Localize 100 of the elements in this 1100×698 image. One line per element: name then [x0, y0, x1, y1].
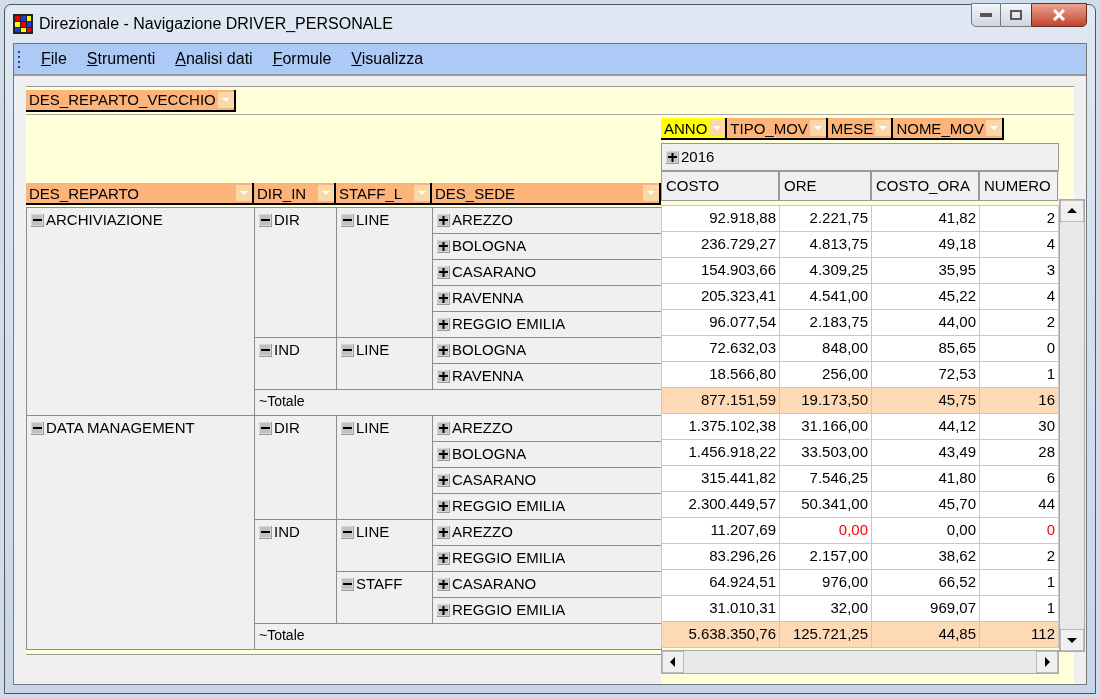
scroll-right-icon[interactable]	[1036, 651, 1058, 673]
minus-box-icon[interactable]	[259, 421, 272, 435]
row-header-cell[interactable]: AREZZO	[433, 208, 661, 232]
plus-box-icon[interactable]	[666, 150, 679, 164]
minus-box-icon[interactable]	[259, 525, 272, 539]
row-header-cell[interactable]: DIR	[255, 208, 336, 232]
value-cell: 83.296,26	[661, 543, 780, 570]
column-group-header[interactable]: 2016	[661, 143, 1059, 171]
value-cell: 4	[979, 231, 1059, 258]
plus-box-icon[interactable]	[437, 421, 450, 435]
plus-box-icon[interactable]	[437, 343, 450, 357]
plus-box-icon[interactable]	[437, 551, 450, 565]
value-cell: 11.207,69	[661, 517, 780, 544]
minus-box-icon[interactable]	[341, 213, 354, 227]
value-cell: 4.541,00	[779, 283, 872, 310]
plus-box-icon[interactable]	[437, 577, 450, 591]
field-chip[interactable]: NOME_MOV	[893, 118, 1004, 140]
minus-box-icon[interactable]	[31, 213, 44, 227]
row-header-cell[interactable]: BOLOGNA	[433, 234, 661, 258]
value-cell: 256,00	[779, 361, 872, 388]
menu-item[interactable]: Visualizza	[351, 47, 424, 71]
column-header[interactable]: COSTO_ORA	[871, 171, 979, 201]
value-cell: 125.721,25	[779, 621, 872, 648]
field-chip[interactable]: DES_SEDE	[432, 183, 661, 205]
value-cell: 6	[979, 465, 1059, 492]
row-header-cell[interactable]: AREZZO	[433, 520, 661, 544]
value-cell: 1.456.918,22	[661, 439, 780, 466]
field-chip[interactable]: DES_REPARTO_VECCHIO	[26, 89, 236, 112]
row-header-cell[interactable]: AREZZO	[433, 416, 661, 440]
row-header-cell[interactable]: ARCHIVIAZIONE	[27, 208, 254, 232]
value-cell: 72.632,03	[661, 335, 780, 362]
row-header-cell[interactable]: BOLOGNA	[433, 442, 661, 466]
minus-box-icon[interactable]	[341, 525, 354, 539]
value-cell: 2	[979, 309, 1059, 336]
plus-box-icon[interactable]	[437, 239, 450, 253]
plus-box-icon[interactable]	[437, 447, 450, 461]
field-chip[interactable]: ANNO	[661, 118, 728, 140]
menu-item[interactable]: Strumenti	[86, 47, 156, 71]
field-chip[interactable]: TIPO_MOV	[727, 118, 828, 140]
plus-box-icon[interactable]	[437, 317, 450, 331]
minus-box-icon[interactable]	[341, 421, 354, 435]
scroll-down-icon[interactable]	[1060, 629, 1084, 651]
value-cell: 50.341,00	[779, 491, 872, 518]
row-header-cell[interactable]: BOLOGNA	[433, 338, 661, 362]
grip-icon	[18, 50, 21, 68]
column-header[interactable]: COSTO	[661, 171, 779, 201]
value-cell: 2	[979, 543, 1059, 570]
field-chip[interactable]: MESE	[827, 118, 894, 140]
field-chip[interactable]: DES_REPARTO	[26, 183, 254, 205]
plus-box-icon[interactable]	[437, 603, 450, 617]
row-header-cell[interactable]: RAVENNA	[433, 286, 661, 310]
plus-box-icon[interactable]	[437, 369, 450, 383]
row-header-cell[interactable]: CASARANO	[433, 260, 661, 284]
row-header-cell[interactable]: LINE	[337, 208, 432, 232]
row-header-cell[interactable]: RAVENNA	[433, 364, 661, 388]
scroll-up-icon[interactable]	[1060, 200, 1084, 222]
row-header-cell[interactable]: REGGIO EMILIA	[433, 312, 661, 336]
minus-box-icon[interactable]	[341, 577, 354, 591]
menu-item[interactable]: File	[41, 47, 67, 71]
row-header-cell[interactable]: CASARANO	[433, 468, 661, 492]
plus-box-icon[interactable]	[437, 525, 450, 539]
row-header-cell[interactable]: DATA MANAGEMENT	[27, 416, 254, 440]
menu-item[interactable]: Analisi dati	[175, 47, 253, 71]
maximize-icon	[1010, 10, 1022, 20]
value-cell: 0	[979, 517, 1059, 544]
dropdown-caret-icon[interactable]	[709, 120, 726, 136]
dropdown-caret-icon[interactable]	[875, 120, 892, 136]
minimize-button[interactable]	[971, 3, 1001, 27]
value-cell: 2.157,00	[779, 543, 872, 570]
plus-box-icon[interactable]	[437, 499, 450, 513]
minus-box-icon[interactable]	[259, 213, 272, 227]
scroll-left-icon[interactable]	[662, 651, 684, 673]
value-cell: 0,00	[779, 517, 872, 544]
column-header[interactable]: ORE	[779, 171, 871, 201]
column-header[interactable]: NUMERO	[979, 171, 1058, 201]
plus-box-icon[interactable]	[437, 291, 450, 305]
value-cell: 5.638.350,76	[661, 621, 780, 648]
minus-box-icon[interactable]	[341, 343, 354, 357]
value-cell: 112	[979, 621, 1059, 648]
value-cell: 18.566,80	[661, 361, 780, 388]
row-header-cell[interactable]: REGGIO EMILIA	[433, 546, 661, 570]
close-button[interactable]	[1031, 3, 1087, 27]
value-cell: 1	[979, 569, 1059, 596]
value-cell: 92.918,88	[661, 205, 780, 232]
row-header-cell[interactable]: REGGIO EMILIA	[433, 494, 661, 518]
close-icon	[1053, 9, 1065, 21]
vertical-scrollbar[interactable]	[1059, 199, 1085, 652]
field-chip[interactable]: DIR_IN	[254, 183, 336, 205]
value-cell: 64.924,51	[661, 569, 780, 596]
maximize-button[interactable]	[1001, 3, 1031, 27]
plus-box-icon[interactable]	[437, 265, 450, 279]
minus-box-icon[interactable]	[31, 421, 44, 435]
minus-box-icon[interactable]	[259, 343, 272, 357]
plus-box-icon[interactable]	[437, 473, 450, 487]
row-header-cell[interactable]: REGGIO EMILIA	[433, 598, 661, 622]
field-chip[interactable]: STAFF_L	[336, 183, 432, 205]
menu-item[interactable]: Formule	[272, 47, 332, 71]
horizontal-scrollbar[interactable]	[661, 650, 1059, 674]
plus-box-icon[interactable]	[437, 213, 450, 227]
row-header-cell[interactable]: CASARANO	[433, 572, 661, 596]
